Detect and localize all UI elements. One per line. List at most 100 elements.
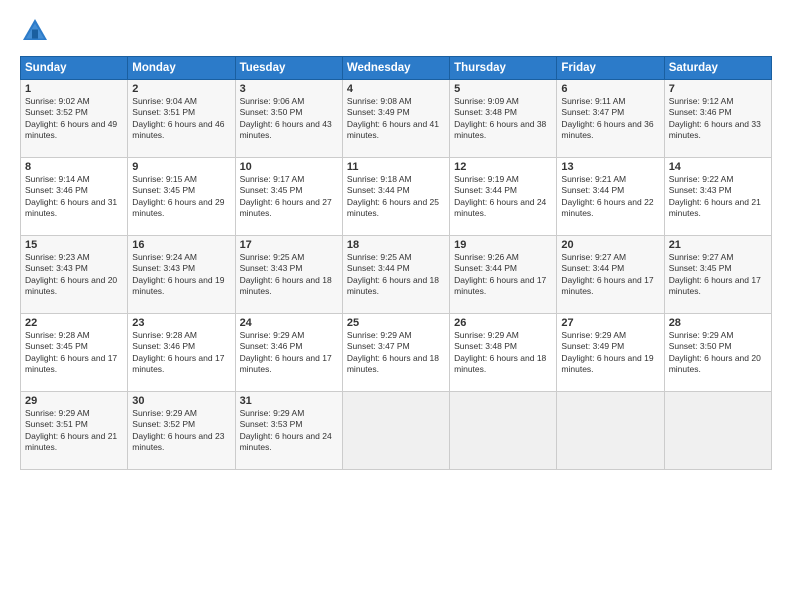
cell-info: Sunrise: 9:06 AMSunset: 3:50 PMDaylight:… (240, 96, 338, 142)
calendar-cell: 20 Sunrise: 9:27 AMSunset: 3:44 PMDaylig… (557, 236, 664, 314)
calendar-cell (557, 392, 664, 470)
cell-info: Sunrise: 9:21 AMSunset: 3:44 PMDaylight:… (561, 174, 659, 220)
calendar-cell: 26 Sunrise: 9:29 AMSunset: 3:48 PMDaylig… (450, 314, 557, 392)
day-number: 28 (669, 317, 767, 329)
calendar-cell: 27 Sunrise: 9:29 AMSunset: 3:49 PMDaylig… (557, 314, 664, 392)
calendar-cell (342, 392, 449, 470)
cell-info: Sunrise: 9:22 AMSunset: 3:43 PMDaylight:… (669, 174, 767, 220)
cell-info: Sunrise: 9:23 AMSunset: 3:43 PMDaylight:… (25, 252, 123, 298)
day-number: 27 (561, 317, 659, 329)
calendar-header-thursday: Thursday (450, 57, 557, 80)
cell-info: Sunrise: 9:24 AMSunset: 3:43 PMDaylight:… (132, 252, 230, 298)
day-number: 3 (240, 83, 338, 95)
day-number: 7 (669, 83, 767, 95)
day-number: 29 (25, 395, 123, 407)
cell-info: Sunrise: 9:27 AMSunset: 3:44 PMDaylight:… (561, 252, 659, 298)
logo (20, 16, 54, 46)
page: SundayMondayTuesdayWednesdayThursdayFrid… (0, 0, 792, 612)
day-number: 21 (669, 239, 767, 251)
day-number: 10 (240, 161, 338, 173)
cell-info: Sunrise: 9:25 AMSunset: 3:44 PMDaylight:… (347, 252, 445, 298)
calendar-cell: 10 Sunrise: 9:17 AMSunset: 3:45 PMDaylig… (235, 158, 342, 236)
calendar-week-5: 29 Sunrise: 9:29 AMSunset: 3:51 PMDaylig… (21, 392, 772, 470)
calendar-cell: 4 Sunrise: 9:08 AMSunset: 3:49 PMDayligh… (342, 80, 449, 158)
calendar-cell: 31 Sunrise: 9:29 AMSunset: 3:53 PMDaylig… (235, 392, 342, 470)
calendar-header-monday: Monday (128, 57, 235, 80)
calendar-cell: 25 Sunrise: 9:29 AMSunset: 3:47 PMDaylig… (342, 314, 449, 392)
cell-info: Sunrise: 9:28 AMSunset: 3:46 PMDaylight:… (132, 330, 230, 376)
calendar-cell: 2 Sunrise: 9:04 AMSunset: 3:51 PMDayligh… (128, 80, 235, 158)
calendar-cell: 12 Sunrise: 9:19 AMSunset: 3:44 PMDaylig… (450, 158, 557, 236)
calendar-week-3: 15 Sunrise: 9:23 AMSunset: 3:43 PMDaylig… (21, 236, 772, 314)
day-number: 15 (25, 239, 123, 251)
calendar-cell: 9 Sunrise: 9:15 AMSunset: 3:45 PMDayligh… (128, 158, 235, 236)
cell-info: Sunrise: 9:04 AMSunset: 3:51 PMDaylight:… (132, 96, 230, 142)
day-number: 11 (347, 161, 445, 173)
cell-info: Sunrise: 9:29 AMSunset: 3:53 PMDaylight:… (240, 408, 338, 454)
day-number: 26 (454, 317, 552, 329)
day-number: 6 (561, 83, 659, 95)
day-number: 30 (132, 395, 230, 407)
cell-info: Sunrise: 9:25 AMSunset: 3:43 PMDaylight:… (240, 252, 338, 298)
calendar-cell: 30 Sunrise: 9:29 AMSunset: 3:52 PMDaylig… (128, 392, 235, 470)
logo-icon (20, 16, 50, 46)
calendar-header-row: SundayMondayTuesdayWednesdayThursdayFrid… (21, 57, 772, 80)
calendar-cell: 22 Sunrise: 9:28 AMSunset: 3:45 PMDaylig… (21, 314, 128, 392)
calendar-header-wednesday: Wednesday (342, 57, 449, 80)
cell-info: Sunrise: 9:28 AMSunset: 3:45 PMDaylight:… (25, 330, 123, 376)
header (20, 16, 772, 46)
day-number: 12 (454, 161, 552, 173)
calendar-cell (664, 392, 771, 470)
day-number: 20 (561, 239, 659, 251)
day-number: 22 (25, 317, 123, 329)
day-number: 25 (347, 317, 445, 329)
calendar-cell: 11 Sunrise: 9:18 AMSunset: 3:44 PMDaylig… (342, 158, 449, 236)
cell-info: Sunrise: 9:12 AMSunset: 3:46 PMDaylight:… (669, 96, 767, 142)
calendar-cell: 24 Sunrise: 9:29 AMSunset: 3:46 PMDaylig… (235, 314, 342, 392)
calendar-week-2: 8 Sunrise: 9:14 AMSunset: 3:46 PMDayligh… (21, 158, 772, 236)
calendar-cell: 17 Sunrise: 9:25 AMSunset: 3:43 PMDaylig… (235, 236, 342, 314)
calendar-cell: 3 Sunrise: 9:06 AMSunset: 3:50 PMDayligh… (235, 80, 342, 158)
calendar-table: SundayMondayTuesdayWednesdayThursdayFrid… (20, 56, 772, 470)
cell-info: Sunrise: 9:29 AMSunset: 3:51 PMDaylight:… (25, 408, 123, 454)
cell-info: Sunrise: 9:29 AMSunset: 3:49 PMDaylight:… (561, 330, 659, 376)
day-number: 8 (25, 161, 123, 173)
calendar-cell: 14 Sunrise: 9:22 AMSunset: 3:43 PMDaylig… (664, 158, 771, 236)
cell-info: Sunrise: 9:29 AMSunset: 3:50 PMDaylight:… (669, 330, 767, 376)
day-number: 9 (132, 161, 230, 173)
cell-info: Sunrise: 9:14 AMSunset: 3:46 PMDaylight:… (25, 174, 123, 220)
cell-info: Sunrise: 9:09 AMSunset: 3:48 PMDaylight:… (454, 96, 552, 142)
cell-info: Sunrise: 9:29 AMSunset: 3:46 PMDaylight:… (240, 330, 338, 376)
calendar-cell: 29 Sunrise: 9:29 AMSunset: 3:51 PMDaylig… (21, 392, 128, 470)
cell-info: Sunrise: 9:29 AMSunset: 3:52 PMDaylight:… (132, 408, 230, 454)
day-number: 14 (669, 161, 767, 173)
calendar-header-tuesday: Tuesday (235, 57, 342, 80)
calendar-cell: 28 Sunrise: 9:29 AMSunset: 3:50 PMDaylig… (664, 314, 771, 392)
calendar-cell: 19 Sunrise: 9:26 AMSunset: 3:44 PMDaylig… (450, 236, 557, 314)
calendar-cell: 16 Sunrise: 9:24 AMSunset: 3:43 PMDaylig… (128, 236, 235, 314)
calendar-cell: 6 Sunrise: 9:11 AMSunset: 3:47 PMDayligh… (557, 80, 664, 158)
calendar-header-saturday: Saturday (664, 57, 771, 80)
calendar-cell: 21 Sunrise: 9:27 AMSunset: 3:45 PMDaylig… (664, 236, 771, 314)
day-number: 5 (454, 83, 552, 95)
calendar-cell: 1 Sunrise: 9:02 AMSunset: 3:52 PMDayligh… (21, 80, 128, 158)
calendar-week-4: 22 Sunrise: 9:28 AMSunset: 3:45 PMDaylig… (21, 314, 772, 392)
day-number: 16 (132, 239, 230, 251)
day-number: 2 (132, 83, 230, 95)
cell-info: Sunrise: 9:15 AMSunset: 3:45 PMDaylight:… (132, 174, 230, 220)
calendar-cell: 5 Sunrise: 9:09 AMSunset: 3:48 PMDayligh… (450, 80, 557, 158)
cell-info: Sunrise: 9:08 AMSunset: 3:49 PMDaylight:… (347, 96, 445, 142)
cell-info: Sunrise: 9:19 AMSunset: 3:44 PMDaylight:… (454, 174, 552, 220)
cell-info: Sunrise: 9:29 AMSunset: 3:47 PMDaylight:… (347, 330, 445, 376)
cell-info: Sunrise: 9:02 AMSunset: 3:52 PMDaylight:… (25, 96, 123, 142)
day-number: 23 (132, 317, 230, 329)
day-number: 19 (454, 239, 552, 251)
cell-info: Sunrise: 9:18 AMSunset: 3:44 PMDaylight:… (347, 174, 445, 220)
calendar-header-friday: Friday (557, 57, 664, 80)
calendar-cell: 23 Sunrise: 9:28 AMSunset: 3:46 PMDaylig… (128, 314, 235, 392)
calendar-cell: 18 Sunrise: 9:25 AMSunset: 3:44 PMDaylig… (342, 236, 449, 314)
day-number: 18 (347, 239, 445, 251)
cell-info: Sunrise: 9:27 AMSunset: 3:45 PMDaylight:… (669, 252, 767, 298)
day-number: 4 (347, 83, 445, 95)
calendar-cell: 15 Sunrise: 9:23 AMSunset: 3:43 PMDaylig… (21, 236, 128, 314)
